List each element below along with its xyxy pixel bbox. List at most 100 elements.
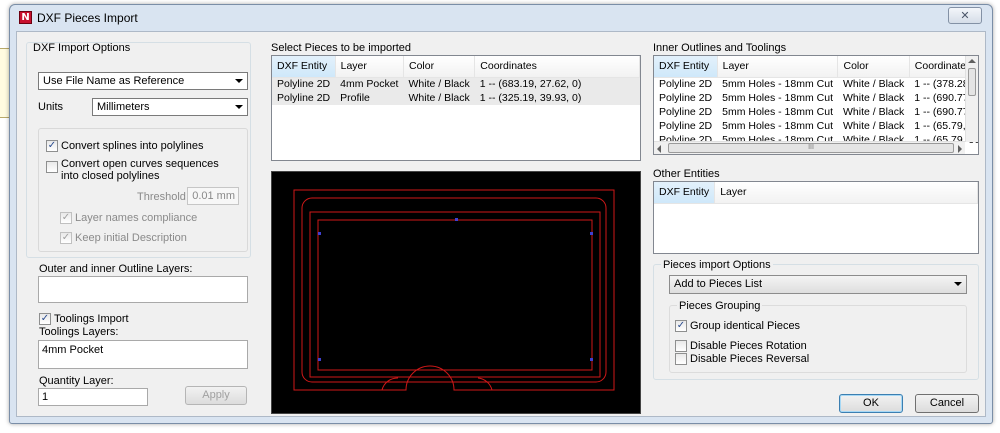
pocket-outline-outer <box>309 211 601 378</box>
cell: 1 -- (325.19, 39.93, 0) <box>479 92 582 104</box>
toolings-layers-input[interactable]: 4mm Pocket <box>38 340 248 369</box>
cell: Polyline 2D <box>277 78 331 91</box>
cell: 4mm Pocket <box>340 78 399 91</box>
reference-select[interactable]: Use File Name as Reference <box>38 72 248 90</box>
inner-outlines-list[interactable]: DXF Entity Layer Color Coordinates Polyl… <box>653 55 979 155</box>
pieces-list[interactable]: DXF Entity Layer Color Coordinates Polyl… <box>271 55 641 161</box>
column-header-coordinates[interactable]: Coordinates <box>474 56 640 78</box>
other-entities-list[interactable]: DXF Entity Layer <box>653 181 979 254</box>
bottom-notch-arc <box>381 377 493 391</box>
cell: Polyline 2D <box>659 106 713 118</box>
cell: White / Black <box>408 78 470 91</box>
scroll-thumb[interactable]: III <box>668 143 954 153</box>
units-select[interactable]: Millimeters <box>92 98 248 116</box>
group-identical-checkbox[interactable]: ✓ <box>675 320 687 332</box>
horizontal-scrollbar[interactable]: III <box>654 141 965 154</box>
scroll-thumb[interactable] <box>968 68 976 96</box>
cell: Polyline 2D <box>659 120 713 132</box>
units-label: Units <box>38 101 64 113</box>
cell: 5mm Holes - 18mm Cut <box>722 120 833 132</box>
layer-names-checkbox[interactable]: ✓ <box>60 212 72 224</box>
toolings-import-label: Toolings Import <box>54 313 129 325</box>
cell: 5mm Holes - 18mm Cut <box>722 78 833 91</box>
title-bar: N DXF Pieces Import ✕ <box>10 5 992 29</box>
tooling-hole-marker <box>590 358 593 361</box>
convert-open-curves-label-2: into closed polylines <box>61 170 160 182</box>
dxf-import-dialog: N DXF Pieces Import ✕ DXF Import Options… <box>9 4 993 424</box>
cell: 5mm Holes - 18mm Cut <box>722 92 833 104</box>
column-header-layer[interactable]: Layer <box>714 182 978 204</box>
cell: Polyline 2D <box>277 92 331 104</box>
table-row[interactable]: Polyline 2D 4mm Pocket White / Black 1 -… <box>272 77 640 91</box>
disable-reversal-checkbox[interactable] <box>675 353 687 365</box>
tooling-hole-marker <box>455 218 458 221</box>
convert-splines-checkbox[interactable]: ✓ <box>46 140 58 152</box>
inner-outlines-title: Inner Outlines and Toolings <box>653 42 787 54</box>
cell: Polyline 2D <box>659 78 713 91</box>
tooling-hole-marker <box>318 358 321 361</box>
cell: 5mm Holes - 18mm Cut <box>722 106 833 118</box>
ok-button[interactable]: OK <box>839 394 903 413</box>
apply-button[interactable]: Apply <box>185 386 247 405</box>
cell: White / Black <box>842 120 905 132</box>
dialog-body: DXF Import Options Use File Name as Refe… <box>16 31 986 417</box>
cell: Profile <box>340 92 370 104</box>
pieces-list-title: Select Pieces to be imported <box>271 42 412 54</box>
disable-rotation-checkbox[interactable] <box>675 340 687 352</box>
vertical-scrollbar[interactable] <box>965 56 978 142</box>
column-header-dxf-entity[interactable]: DXF Entity <box>654 182 716 204</box>
threshold-label: Threshold <box>137 191 186 203</box>
cell: White / Black <box>842 78 905 91</box>
piece-preview-drawing <box>293 189 615 391</box>
layer-names-label: Layer names compliance <box>75 212 198 224</box>
convert-open-curves-checkbox[interactable] <box>46 161 58 173</box>
import-mode-select-value: Add to Pieces List <box>674 278 763 290</box>
pocket-outline-inner <box>317 219 593 371</box>
tooling-hole-marker <box>318 232 321 235</box>
threshold-input[interactable]: 0.01 mm <box>187 187 239 205</box>
cell: White / Black <box>408 92 470 104</box>
keep-description-label: Keep initial Description <box>75 232 187 244</box>
table-row[interactable]: Polyline 2D 5mm Holes - 18mm Cut White /… <box>654 119 978 133</box>
chevron-down-icon <box>235 79 243 83</box>
column-header-dxf-entity[interactable]: DXF Entity <box>272 56 336 78</box>
column-header-color[interactable]: Color <box>403 56 476 78</box>
table-row[interactable]: Polyline 2D 5mm Holes - 18mm Cut White /… <box>654 91 978 105</box>
table-row[interactable]: Polyline 2D 5mm Holes - 18mm Cut White /… <box>654 77 978 91</box>
column-header-color[interactable]: Color <box>837 56 910 78</box>
quantity-layer-input[interactable]: 1 <box>38 388 148 406</box>
chevron-down-icon <box>235 105 243 109</box>
outer-profile-inner-edge <box>301 197 607 383</box>
cancel-button[interactable]: Cancel <box>915 394 979 413</box>
outline-layers-input[interactable] <box>38 276 248 303</box>
cell: 1 -- (683.19, 27.62, 0) <box>479 78 582 91</box>
cell: Polyline 2D <box>659 92 713 104</box>
keep-description-checkbox[interactable]: ✓ <box>60 232 72 244</box>
dxf-preview-canvas[interactable] <box>271 171 641 414</box>
other-entities-title: Other Entities <box>653 168 720 180</box>
disable-rotation-label: Disable Pieces Rotation <box>690 340 807 352</box>
toolings-import-checkbox[interactable]: ✓ <box>39 313 51 325</box>
column-header-layer[interactable]: Layer <box>335 56 404 78</box>
scroll-left-arrow-icon[interactable] <box>657 145 661 153</box>
column-header-dxf-entity[interactable]: DXF Entity <box>654 56 718 78</box>
toolings-layers-label: Toolings Layers: <box>39 326 119 338</box>
table-row[interactable]: Polyline 2D 5mm Holes - 18mm Cut White /… <box>654 105 978 119</box>
outline-layers-label: Outer and inner Outline Layers: <box>39 263 193 275</box>
cell: White / Black <box>842 92 905 104</box>
group-identical-label: Group identical Pieces <box>690 320 801 332</box>
tooling-hole-marker <box>590 232 593 235</box>
table-row[interactable]: Polyline 2D Profile White / Black 1 -- (… <box>272 91 640 105</box>
scroll-right-arrow-icon[interactable] <box>958 145 962 153</box>
reference-select-value: Use File Name as Reference <box>43 75 185 87</box>
scroll-up-arrow-icon[interactable] <box>968 59 976 63</box>
window-title: DXF Pieces Import <box>37 11 138 25</box>
convert-open-curves-label-1: Convert open curves sequences <box>61 158 219 170</box>
close-button[interactable]: ✕ <box>948 7 982 24</box>
column-header-layer[interactable]: Layer <box>717 56 839 78</box>
disable-reversal-label: Disable Pieces Reversal <box>690 353 810 365</box>
pieces-import-options-title: Pieces import Options <box>661 259 773 271</box>
chevron-down-icon <box>954 282 962 286</box>
import-mode-select[interactable]: Add to Pieces List <box>669 275 967 294</box>
pieces-grouping-title: Pieces Grouping <box>677 300 763 312</box>
